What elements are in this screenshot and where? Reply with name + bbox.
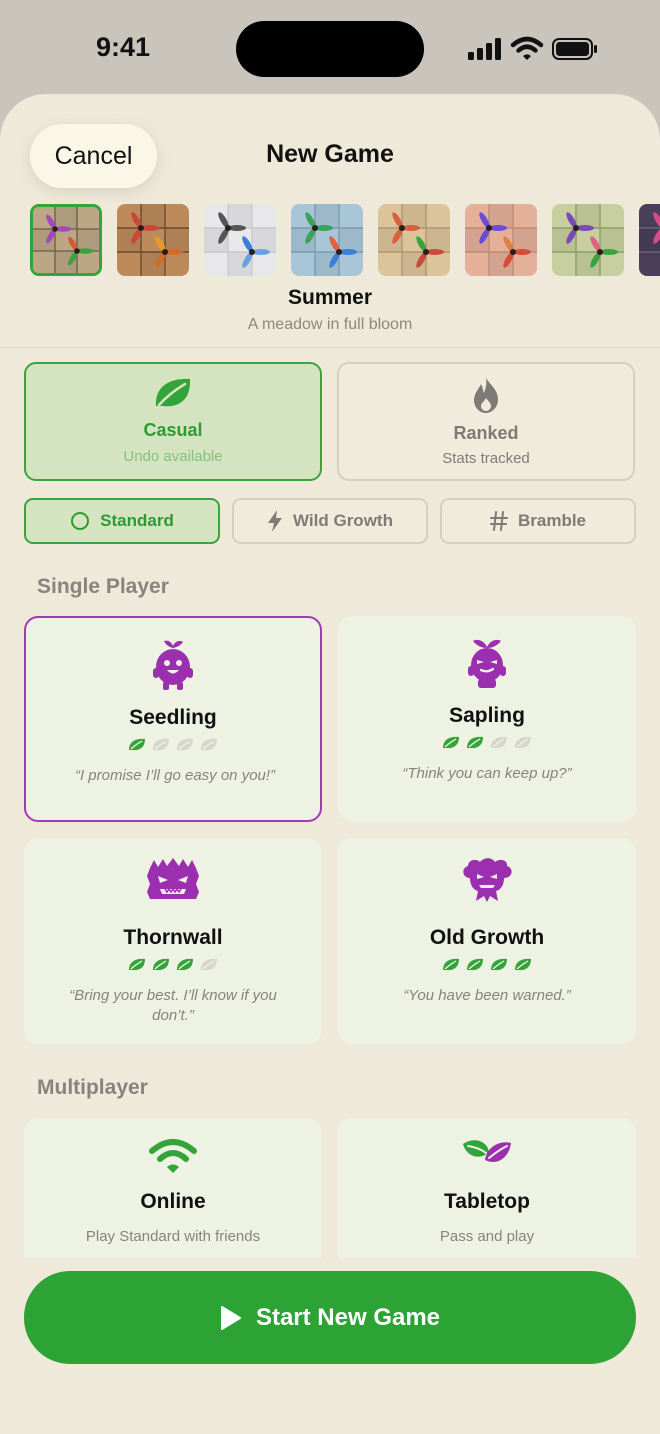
- difficulty-rating: [24, 958, 322, 977]
- variant-standard-button[interactable]: Standard: [24, 498, 220, 544]
- leaf-filled-icon: [514, 958, 532, 977]
- old-growth-character-icon: [463, 858, 512, 902]
- leaf-empty-icon: [200, 738, 218, 757]
- theme-summer-thumbnail[interactable]: [30, 204, 102, 276]
- start-new-game-button[interactable]: Start New Game: [24, 1271, 636, 1364]
- leaf-filled-icon: [442, 736, 460, 755]
- wifi-icon: [149, 1139, 197, 1173]
- multiplayer-title: Tabletop: [444, 1190, 530, 1213]
- theme-board-preview: [291, 204, 363, 276]
- theme-ocean-thumbnail[interactable]: [291, 204, 363, 276]
- leaf-empty-icon: [200, 958, 218, 977]
- variant-label: Bramble: [517, 511, 587, 530]
- theme-picker: [30, 204, 660, 278]
- opponent-sapling-card[interactable]: Sapling “Think you can keep up?”: [338, 616, 636, 822]
- leaf-filled-icon: [466, 736, 484, 755]
- theme-autumn-thumbnail[interactable]: [117, 204, 189, 276]
- opponent-name: Thornwall: [123, 926, 223, 949]
- start-button-label: Start New Game: [255, 1303, 441, 1331]
- mode-casual-card[interactable]: Casual Undo available: [24, 362, 322, 481]
- dynamic-island: [236, 21, 424, 77]
- multiplayer-title: Online: [140, 1190, 206, 1213]
- opponent-thornwall-card[interactable]: Thornwall “Bring your best. I’ll know if…: [24, 838, 322, 1044]
- bolt-icon: [268, 510, 283, 532]
- opponent-quote: “Bring your best. I’ll know if you don’t…: [69, 987, 277, 1024]
- hash-icon: [489, 511, 508, 531]
- opponent-quote: “Think you can keep up?”: [402, 765, 572, 782]
- sheet-title: New Game: [266, 140, 394, 168]
- single-player-heading: Single Player: [37, 575, 169, 598]
- divider: [0, 347, 660, 348]
- opponent-quote: “I promise I’ll go easy on you!”: [74, 767, 276, 784]
- theme-board-preview: [378, 204, 450, 276]
- opponent-name: Sapling: [449, 704, 525, 727]
- theme-meadow-thumbnail[interactable]: [552, 204, 624, 276]
- selected-theme-description: A meadow in full bloom: [247, 316, 413, 333]
- theme-dusk-thumbnail[interactable]: [639, 204, 660, 276]
- variant-label: Wild Growth: [293, 511, 393, 530]
- cellular-signal-icon: [468, 38, 501, 60]
- opponent-seedling-card[interactable]: Seedling “I promise I’ll go easy on you!…: [24, 616, 322, 822]
- theme-board-preview: [552, 204, 624, 276]
- difficulty-rating: [338, 736, 636, 755]
- multiplayer-tabletop-card[interactable]: Tabletop Pass and play: [338, 1118, 636, 1258]
- battery-icon: [552, 38, 597, 60]
- flame-icon: [474, 377, 498, 413]
- difficulty-rating: [338, 958, 636, 977]
- leaf-empty-icon: [490, 736, 508, 755]
- opponent-name: Old Growth: [429, 926, 545, 949]
- theme-desert-thumbnail[interactable]: [378, 204, 450, 276]
- leaf-icon: [155, 378, 191, 407]
- new-game-sheet: Cancel New Game Summer A meadow in full …: [0, 94, 660, 1434]
- theme-board-preview: [639, 204, 660, 276]
- wifi-status-icon: [510, 36, 544, 60]
- theme-blossom-thumbnail[interactable]: [465, 204, 537, 276]
- leaf-empty-icon: [152, 738, 170, 757]
- two-leaves-icon: [463, 1140, 511, 1163]
- leaf-filled-icon: [128, 958, 146, 977]
- leaf-filled-icon: [152, 958, 170, 977]
- leaf-empty-icon: [176, 738, 194, 757]
- play-icon: [220, 1305, 241, 1330]
- variant-bramble-button[interactable]: Bramble: [440, 498, 636, 544]
- variant-label: Standard: [100, 511, 174, 530]
- opponent-quote: “You have been warned.”: [403, 987, 571, 1004]
- multiplayer-subtitle: Pass and play: [439, 1228, 535, 1245]
- opponent-old-growth-card[interactable]: Old Growth “You have been warned.”: [338, 838, 636, 1044]
- selected-theme-name: Summer: [287, 286, 373, 309]
- leaf-filled-icon: [490, 958, 508, 977]
- multiplayer-subtitle: Play Standard with friends: [85, 1228, 261, 1245]
- leaf-filled-icon: [466, 958, 484, 977]
- mode-subtitle: Undo available: [123, 448, 223, 465]
- leaf-filled-icon: [442, 958, 460, 977]
- multiplayer-online-card[interactable]: Online Play Standard with friends: [24, 1118, 322, 1258]
- leaf-filled-icon: [176, 958, 194, 977]
- mode-subtitle: Stats tracked: [442, 450, 530, 467]
- thornwall-character-icon: [147, 858, 199, 899]
- opponent-name: Seedling: [129, 706, 217, 729]
- theme-board-preview: [204, 204, 276, 276]
- leaf-empty-icon: [514, 736, 532, 755]
- circle-icon: [71, 512, 90, 530]
- theme-winter-thumbnail[interactable]: [204, 204, 276, 276]
- theme-board-preview: [117, 204, 189, 276]
- theme-board-preview: [33, 207, 99, 273]
- mode-title: Ranked: [453, 423, 519, 443]
- seedling-character-icon: [153, 640, 193, 690]
- sapling-character-icon: [468, 639, 506, 688]
- mode-ranked-card[interactable]: Ranked Stats tracked: [337, 362, 635, 481]
- mode-title: Casual: [143, 420, 203, 440]
- difficulty-rating: [26, 738, 320, 757]
- leaf-filled-icon: [128, 738, 146, 757]
- multiplayer-heading: Multiplayer: [37, 1076, 148, 1099]
- theme-board-preview: [465, 204, 537, 276]
- status-time: 9:41: [96, 32, 151, 62]
- status-bar: 9:41: [0, 0, 660, 96]
- variant-wild-growth-button[interactable]: Wild Growth: [232, 498, 428, 544]
